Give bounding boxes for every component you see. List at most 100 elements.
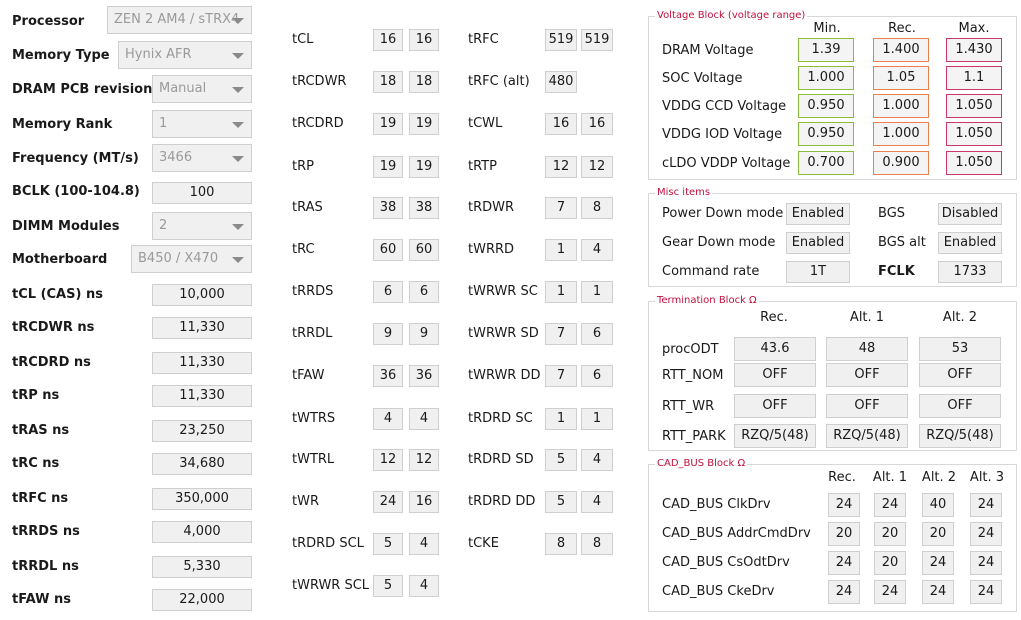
timing-value-1[interactable]: 480 — [545, 71, 577, 93]
timing-value-2[interactable]: 4 — [409, 533, 439, 555]
voltage-min[interactable]: 1.39 — [798, 38, 854, 62]
timing-value-2[interactable]: 6 — [581, 323, 613, 345]
voltage-min[interactable]: 0.700 — [798, 151, 854, 175]
timing-value-2[interactable]: 4 — [581, 491, 613, 513]
timing-value-2[interactable]: 36 — [409, 365, 439, 387]
voltage-min[interactable]: 0.950 — [798, 122, 854, 146]
timing-value-2[interactable]: 19 — [409, 156, 439, 178]
timing-value-1[interactable]: 6 — [373, 281, 403, 303]
bgs-value[interactable]: Disabled — [938, 203, 1002, 225]
cad-bus-value[interactable]: 24 — [970, 551, 1002, 575]
voltage-rec[interactable]: 1.400 — [873, 38, 929, 62]
timing-value-1[interactable]: 1 — [545, 408, 577, 430]
cad-bus-value[interactable]: 24 — [970, 522, 1002, 546]
termination-value[interactable]: OFF — [826, 394, 908, 418]
timing-value-1[interactable]: 8 — [545, 533, 577, 555]
timing-value-1[interactable]: 5 — [373, 533, 403, 555]
voltage-max[interactable]: 1.1 — [946, 66, 1002, 90]
timing-value-2[interactable]: 16 — [409, 29, 439, 51]
timing-value-1[interactable]: 12 — [373, 449, 403, 471]
timing-value-2[interactable]: 6 — [409, 281, 439, 303]
termination-value[interactable]: 48 — [826, 337, 908, 361]
voltage-max[interactable]: 1.050 — [946, 151, 1002, 175]
processor-select[interactable]: ZEN 2 AM4 / sTRX4 — [107, 6, 252, 34]
cad-bus-value[interactable]: 24 — [970, 493, 1002, 517]
timing-value-2[interactable]: 519 — [581, 29, 613, 51]
timing-value-2[interactable]: 9 — [409, 323, 439, 345]
timing-value-2[interactable]: 1 — [581, 281, 613, 303]
timing-value-2[interactable]: 16 — [581, 113, 613, 135]
timing-value-2[interactable]: 4 — [409, 575, 439, 597]
cad-bus-value[interactable]: 24 — [828, 580, 860, 604]
timing-value-1[interactable]: 5 — [545, 491, 577, 513]
cad-bus-value[interactable]: 24 — [828, 493, 860, 517]
voltage-max[interactable]: 1.050 — [946, 94, 1002, 118]
timing-value-2[interactable]: 12 — [581, 156, 613, 178]
ns-value[interactable]: 5,330 — [152, 556, 252, 578]
memory-type-select[interactable]: Hynix AFR — [118, 41, 252, 69]
timing-value-2[interactable]: 60 — [409, 239, 439, 261]
cad-bus-value[interactable]: 24 — [874, 580, 906, 604]
voltage-rec[interactable]: 1.05 — [873, 66, 929, 90]
timing-value-2[interactable]: 1 — [581, 408, 613, 430]
timing-value-2[interactable]: 19 — [409, 113, 439, 135]
cad-bus-value[interactable]: 24 — [922, 580, 954, 604]
timing-value-2[interactable]: 8 — [581, 197, 613, 219]
termination-value[interactable]: OFF — [919, 363, 1001, 387]
timing-value-1[interactable]: 5 — [373, 575, 403, 597]
timing-value-2[interactable]: 16 — [409, 491, 439, 513]
timing-value-1[interactable]: 7 — [545, 323, 577, 345]
fclk-value[interactable]: 1733 — [938, 261, 1002, 283]
termination-value[interactable]: OFF — [919, 394, 1001, 418]
timing-value-2[interactable]: 4 — [581, 239, 613, 261]
timing-value-1[interactable]: 16 — [373, 29, 403, 51]
bclk-input[interactable]: 100 — [152, 182, 252, 204]
frequency-select[interactable]: 3466 — [152, 144, 252, 172]
voltage-max[interactable]: 1.050 — [946, 122, 1002, 146]
timing-value-1[interactable]: 16 — [545, 113, 577, 135]
timing-value-1[interactable]: 38 — [373, 197, 403, 219]
power-down-value[interactable]: Enabled — [786, 203, 850, 225]
ns-value[interactable]: 23,250 — [152, 420, 252, 442]
voltage-min[interactable]: 1.000 — [798, 66, 854, 90]
ns-value[interactable]: 11,330 — [152, 352, 252, 374]
cad-bus-value[interactable]: 40 — [922, 493, 954, 517]
ns-value[interactable]: 22,000 — [152, 589, 252, 611]
ns-value[interactable]: 11,330 — [152, 385, 252, 407]
cad-bus-value[interactable]: 20 — [874, 522, 906, 546]
termination-value[interactable]: 43.6 — [734, 337, 816, 361]
cad-bus-value[interactable]: 24 — [970, 580, 1002, 604]
termination-value[interactable]: OFF — [826, 363, 908, 387]
ns-value[interactable]: 34,680 — [152, 453, 252, 475]
timing-value-1[interactable]: 18 — [373, 71, 403, 93]
timing-value-1[interactable]: 7 — [545, 365, 577, 387]
termination-value[interactable]: OFF — [734, 363, 816, 387]
cad-bus-value[interactable]: 24 — [828, 551, 860, 575]
cad-bus-value[interactable]: 20 — [922, 522, 954, 546]
dimm-modules-select[interactable]: 2 — [152, 212, 252, 240]
cad-bus-value[interactable]: 24 — [922, 551, 954, 575]
timing-value-2[interactable]: 6 — [581, 365, 613, 387]
timing-value-1[interactable]: 60 — [373, 239, 403, 261]
ns-value[interactable]: 350,000 — [152, 488, 252, 510]
voltage-min[interactable]: 0.950 — [798, 94, 854, 118]
gear-down-value[interactable]: Enabled — [786, 232, 850, 254]
voltage-max[interactable]: 1.430 — [946, 38, 1002, 62]
voltage-rec[interactable]: 1.000 — [873, 94, 929, 118]
cad-bus-value[interactable]: 20 — [874, 551, 906, 575]
memory-rank-select[interactable]: 1 — [152, 110, 252, 138]
timing-value-1[interactable]: 7 — [545, 197, 577, 219]
timing-value-2[interactable]: 8 — [581, 533, 613, 555]
timing-value-2[interactable]: 38 — [409, 197, 439, 219]
termination-value[interactable]: RZQ/5(48) — [734, 424, 816, 448]
timing-value-1[interactable]: 5 — [545, 449, 577, 471]
cad-bus-value[interactable]: 24 — [874, 493, 906, 517]
timing-value-1[interactable]: 19 — [373, 156, 403, 178]
ns-value[interactable]: 10,000 — [152, 284, 252, 306]
timing-value-2[interactable]: 12 — [409, 449, 439, 471]
timing-value-1[interactable]: 24 — [373, 491, 403, 513]
ns-value[interactable]: 4,000 — [152, 521, 252, 543]
timing-value-2[interactable]: 4 — [581, 449, 613, 471]
timing-value-1[interactable]: 4 — [373, 408, 403, 430]
dram-pcb-select[interactable]: Manual — [152, 75, 252, 103]
